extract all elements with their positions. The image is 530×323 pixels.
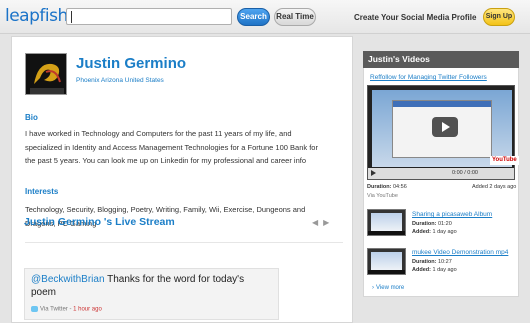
video-link-1[interactable]: Sharing a picasaweb Album: [412, 211, 492, 218]
video-duration-1: Duration: 01:20: [412, 221, 452, 227]
post-time: 1 hour ago: [73, 306, 102, 313]
featured-video-title[interactable]: Reffollow for Managing Twitter Followers: [370, 74, 487, 81]
avatar: [25, 53, 67, 95]
dragon-avatar-icon: [26, 54, 66, 94]
profile-name: Justin Germino: [76, 55, 187, 72]
create-profile-text: Create Your Social Media Profile: [354, 13, 477, 22]
play-icon[interactable]: [371, 170, 376, 176]
post-user-link[interactable]: @BeckwithBrian: [31, 274, 105, 285]
search-button[interactable]: Search: [237, 8, 270, 26]
logo-text: leapfish: [5, 6, 68, 26]
video-thumb-1[interactable]: [367, 209, 406, 236]
video-thumb-2[interactable]: [367, 248, 406, 275]
signup-button[interactable]: Sign Up: [483, 8, 515, 26]
interests-heading: Interests: [25, 187, 59, 196]
featured-added: Added 2 days ago: [472, 184, 517, 190]
featured-duration: Duration: 04:56: [367, 184, 407, 190]
video-added-2: Added: 1 day ago: [412, 267, 457, 273]
twitter-icon: [31, 306, 38, 312]
search-input[interactable]: [66, 8, 232, 25]
video-player[interactable]: 0:00 / 0:00 YouTube: [367, 85, 519, 180]
youtube-badge: YouTube: [490, 156, 519, 165]
video-added-1: Added: 1 day ago: [412, 229, 457, 235]
chevron-right-icon: ›: [372, 285, 374, 291]
bio-heading: Bio: [25, 113, 38, 122]
view-more-link[interactable]: › View more: [372, 285, 404, 291]
post-text: @BeckwithBrian Thanks for the word for t…: [31, 273, 271, 299]
realtime-button[interactable]: Real Time: [274, 8, 316, 26]
play-overlay-icon[interactable]: [432, 117, 458, 137]
post-meta: Via Twitter - 1 hour ago: [31, 306, 102, 313]
live-stream-heading: Justin Germino 's Live Stream: [24, 216, 175, 228]
stream-post: @BeckwithBrian Thanks for the word for t…: [24, 268, 279, 320]
prev-arrow-icon[interactable]: ◀: [312, 218, 318, 227]
player-time: 0:00 / 0:00: [452, 170, 478, 176]
player-controls: 0:00 / 0:00 YouTube: [368, 156, 519, 179]
video-link-2[interactable]: mukee Video Demonstration mp4: [412, 249, 508, 256]
videos-heading: Justin's Videos: [363, 51, 519, 68]
post-via: Via Twitter -: [40, 306, 74, 313]
bio-text: I have worked in Technology and Computer…: [25, 129, 318, 165]
profile-location[interactable]: Phoenix Arizona United States: [76, 77, 164, 84]
video-duration-2: Duration: 10:27: [412, 259, 452, 265]
next-arrow-icon[interactable]: ▶: [323, 218, 329, 227]
section-divider: [25, 242, 343, 243]
featured-via: Via YouTube: [367, 193, 398, 199]
top-bar: leapfish Search Real Time Create Your So…: [0, 0, 530, 34]
stream-nav: ◀ ▶: [307, 218, 329, 227]
text-caret: [71, 11, 72, 23]
